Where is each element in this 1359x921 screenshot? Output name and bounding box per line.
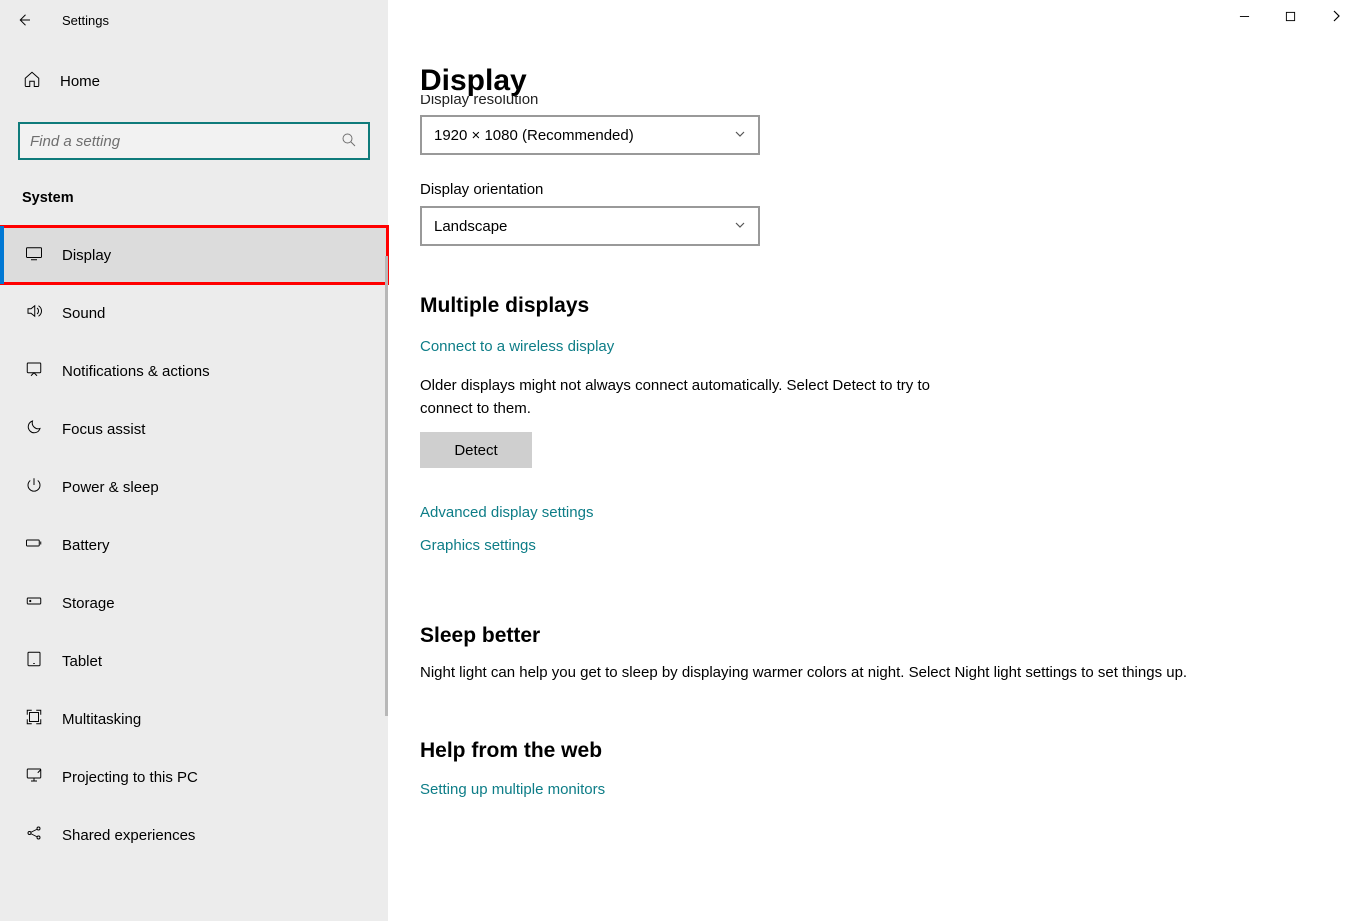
storage-icon — [24, 592, 44, 615]
connect-wireless-link[interactable]: Connect to a wireless display — [420, 338, 614, 355]
sidebar-item-label: Projecting to this PC — [62, 769, 198, 786]
detect-help-text: Older displays might not always connect … — [420, 375, 960, 420]
orientation-dropdown[interactable]: Landscape — [420, 206, 760, 246]
search-icon — [340, 131, 358, 152]
sidebar-item-storage[interactable]: Storage — [0, 574, 388, 632]
sidebar-item-label: Power & sleep — [62, 479, 159, 496]
window-title: Settings — [62, 13, 109, 28]
shared-icon — [24, 824, 44, 847]
sidebar-item-label: Battery — [62, 537, 110, 554]
help-monitors-link[interactable]: Setting up multiple monitors — [420, 781, 605, 798]
projecting-icon — [24, 766, 44, 789]
power-icon — [24, 476, 44, 499]
sidebar-item-display[interactable]: Display — [0, 226, 388, 284]
home-button[interactable]: Home — [0, 56, 388, 106]
orientation-value: Landscape — [434, 218, 507, 235]
advanced-display-link[interactable]: Advanced display settings — [420, 504, 593, 521]
search-wrap — [18, 122, 370, 160]
display-icon — [24, 244, 44, 267]
sidebar-item-shared-experiences[interactable]: Shared experiences — [0, 806, 388, 864]
sidebar-item-label: Display — [62, 247, 111, 264]
resolution-label-cut: Display resolution — [420, 95, 1319, 107]
sidebar-item-tablet[interactable]: Tablet — [0, 632, 388, 690]
sidebar-section-title: System — [0, 168, 388, 214]
multiple-displays-heading: Multiple displays — [420, 294, 1319, 318]
moon-icon — [24, 418, 44, 441]
tablet-icon — [24, 650, 44, 673]
home-label: Home — [60, 73, 100, 90]
arrow-left-icon — [15, 11, 33, 29]
chevron-down-icon — [734, 219, 746, 234]
sleep-better-text: Night light can help you get to sleep by… — [420, 662, 1319, 685]
help-web-heading: Help from the web — [420, 739, 1319, 763]
sidebar-item-focus-assist[interactable]: Focus assist — [0, 400, 388, 458]
sidebar-item-label: Shared experiences — [62, 827, 195, 844]
page-title: Display — [420, 64, 1319, 98]
sidebar-item-projecting[interactable]: Projecting to this PC — [0, 748, 388, 806]
detect-button[interactable]: Detect — [420, 432, 532, 468]
sidebar-item-sound[interactable]: Sound — [0, 284, 388, 342]
nav-list: Display Sound Notifications & actions Fo… — [0, 214, 388, 864]
notifications-icon — [24, 360, 44, 383]
sidebar-item-label: Focus assist — [62, 421, 145, 438]
search-box[interactable] — [18, 122, 370, 160]
sidebar-item-label: Sound — [62, 305, 105, 322]
sidebar-item-notifications[interactable]: Notifications & actions — [0, 342, 388, 400]
main-content: Display Display resolution 1920 × 1080 (… — [388, 0, 1359, 921]
back-button[interactable] — [0, 0, 48, 40]
sidebar: Home System Display Sound Notif — [0, 0, 388, 921]
sleep-better-heading: Sleep better — [420, 624, 1319, 648]
home-icon — [22, 70, 42, 93]
orientation-label: Display orientation — [420, 181, 1319, 198]
sidebar-item-multitasking[interactable]: Multitasking — [0, 690, 388, 748]
search-input[interactable] — [30, 133, 340, 150]
resolution-dropdown[interactable]: 1920 × 1080 (Recommended) — [420, 115, 760, 155]
sound-icon — [24, 302, 44, 325]
resolution-value: 1920 × 1080 (Recommended) — [434, 127, 634, 144]
titlebar: Settings — [0, 0, 1359, 40]
sidebar-item-label: Multitasking — [62, 711, 141, 728]
sidebar-item-label: Storage — [62, 595, 115, 612]
battery-icon — [24, 534, 44, 557]
chevron-down-icon — [734, 128, 746, 143]
sidebar-item-label: Notifications & actions — [62, 363, 210, 380]
multitasking-icon — [24, 708, 44, 731]
graphics-settings-link[interactable]: Graphics settings — [420, 537, 536, 554]
sidebar-item-battery[interactable]: Battery — [0, 516, 388, 574]
sidebar-item-label: Tablet — [62, 653, 102, 670]
sidebar-item-power-sleep[interactable]: Power & sleep — [0, 458, 388, 516]
